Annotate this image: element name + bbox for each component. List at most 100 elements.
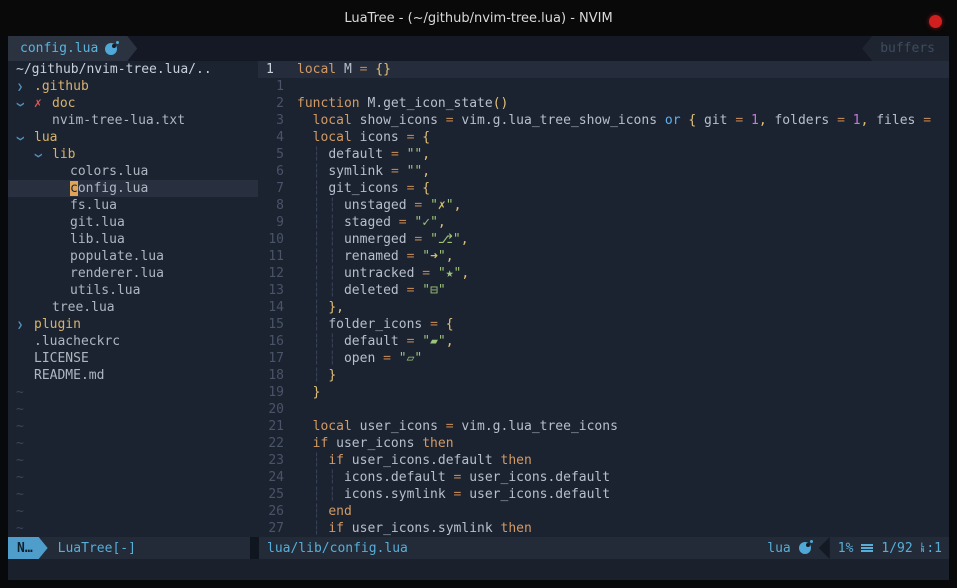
code-text: ┆ if user_icons.symlink then bbox=[286, 520, 532, 537]
code-line[interactable]: 20 bbox=[258, 401, 949, 418]
code-line[interactable]: 21 local user_icons = vim.g.lua_tree_ico… bbox=[258, 418, 949, 435]
code-text: local M = {} bbox=[286, 61, 391, 78]
code-text: ┆ ┆ open = "▱" bbox=[286, 350, 422, 367]
code-text: ┆ ┆ untracked = "★", bbox=[286, 265, 469, 282]
code-line[interactable]: 16 ┆ ┆ default = "▰", bbox=[258, 333, 949, 350]
tab-config-lua[interactable]: config.lua bbox=[8, 36, 137, 61]
code-line[interactable]: 7 ┆ git_icons = { bbox=[258, 180, 949, 197]
line-number: 21 bbox=[258, 418, 286, 435]
code-line[interactable]: 14 ┆ }, bbox=[258, 299, 949, 316]
command-line[interactable] bbox=[8, 559, 949, 580]
code-line[interactable]: 1 bbox=[258, 78, 949, 95]
tree-item-renderer.lua[interactable]: renderer.lua bbox=[8, 265, 258, 282]
buffers-label: buffers bbox=[880, 41, 935, 56]
tree-item-LICENSE[interactable]: LICENSE bbox=[8, 350, 258, 367]
code-text bbox=[286, 401, 297, 418]
code-line[interactable]: 10 ┆ ┆ unmerged = "⎇", bbox=[258, 231, 949, 248]
code-line[interactable]: 9 ┆ ┆ staged = "✓", bbox=[258, 214, 949, 231]
code-line[interactable]: 25 ┆ ┆ icons.symlink = user_icons.defaul… bbox=[258, 486, 949, 503]
close-button[interactable] bbox=[929, 15, 942, 28]
code-text: local icons = { bbox=[286, 129, 430, 146]
tree-item-git.lua[interactable]: git.lua bbox=[8, 214, 258, 231]
tree-item-README.md[interactable]: README.md bbox=[8, 367, 258, 384]
line-number: 1 bbox=[258, 78, 286, 95]
mode-indicator: N… bbox=[8, 537, 48, 559]
tree-item-tree.lua[interactable]: tree.lua bbox=[8, 299, 258, 316]
line-number: 11 bbox=[258, 248, 286, 265]
code-line[interactable]: 17 ┆ ┆ open = "▱" bbox=[258, 350, 949, 367]
tree-item-label: .github bbox=[34, 78, 89, 95]
statusline-spacer bbox=[408, 537, 767, 559]
empty-line-marker: ~ bbox=[8, 452, 258, 469]
code-line[interactable]: 26 ┆ end bbox=[258, 503, 949, 520]
tree-item-lib[interactable]: ❯lib bbox=[8, 146, 258, 163]
code-text: ┆ end bbox=[286, 503, 352, 520]
title-bar: LuaTree - (~/github/nvim-tree.lua) - NVI… bbox=[0, 0, 957, 36]
code-line[interactable]: 12 ┆ ┆ untracked = "★", bbox=[258, 265, 949, 282]
code-text: local show_icons = vim.g.lua_tree_show_i… bbox=[286, 112, 939, 129]
main-area: ~/github/nvim-tree.lua/.. ❯.github❯✗docn… bbox=[8, 61, 949, 537]
tree-item-label: nvim-tree-lua.txt bbox=[52, 112, 185, 129]
tree-item-doc[interactable]: ❯✗doc bbox=[8, 95, 258, 112]
line-number: 18 bbox=[258, 367, 286, 384]
code-line[interactable]: 3 local show_icons = vim.g.lua_tree_show… bbox=[258, 112, 949, 129]
line-number: 15 bbox=[258, 316, 286, 333]
code-line[interactable]: 19 } bbox=[258, 384, 949, 401]
code-line[interactable]: 2function M.get_icon_state() bbox=[258, 95, 949, 112]
tree-item-nvim-tree-lua.txt[interactable]: nvim-tree-lua.txt bbox=[8, 112, 258, 129]
line-number: 10 bbox=[258, 231, 286, 248]
line-number: 27 bbox=[258, 520, 286, 537]
code-line[interactable]: 5 ┆ default = "", bbox=[258, 146, 949, 163]
tree-item-fs.lua[interactable]: fs.lua bbox=[8, 197, 258, 214]
tree-item-lib.lua[interactable]: lib.lua bbox=[8, 231, 258, 248]
code-line[interactable]: 4 local icons = { bbox=[258, 129, 949, 146]
buffers-segment[interactable]: buffers bbox=[862, 36, 949, 61]
tree-item-label: lib bbox=[52, 146, 75, 163]
tree-item-populate.lua[interactable]: populate.lua bbox=[8, 248, 258, 265]
tree-item-utils.lua[interactable]: utils.lua bbox=[8, 282, 258, 299]
empty-line-marker: ~ bbox=[8, 401, 258, 418]
line-number: 22 bbox=[258, 435, 286, 452]
code-editor[interactable]: 1local M = {}12function M.get_icon_state… bbox=[258, 61, 949, 537]
code-text: ┆ ┆ renamed = "➜", bbox=[286, 248, 454, 265]
tree-item-lua[interactable]: ❯lua bbox=[8, 129, 258, 146]
code-line[interactable]: 27 ┆ if user_icons.symlink then bbox=[258, 520, 949, 537]
tab-label: config.lua bbox=[20, 41, 98, 56]
line-number: 23 bbox=[258, 452, 286, 469]
line-number: 2 bbox=[258, 95, 286, 112]
tree-item-.luacheckrc[interactable]: .luacheckrc bbox=[8, 333, 258, 350]
tree-item-.github[interactable]: ❯.github bbox=[8, 78, 258, 95]
statusline-right: lua 1% 1/92 LN :1 bbox=[767, 537, 949, 559]
code-line[interactable]: 22 if user_icons then bbox=[258, 435, 949, 452]
code-line[interactable]: 15 ┆ folder_icons = { bbox=[258, 316, 949, 333]
code-line[interactable]: 6 ┆ symlink = "", bbox=[258, 163, 949, 180]
terminal: config.lua buffers ~/github/nvim-tree.lu… bbox=[8, 36, 949, 580]
cursor-position: 1/92 bbox=[881, 541, 912, 556]
code-line[interactable]: 18 ┆ } bbox=[258, 367, 949, 384]
lua-logo-icon bbox=[105, 43, 117, 55]
code-line[interactable]: 11 ┆ ┆ renamed = "➜", bbox=[258, 248, 949, 265]
tree-item-colors.lua[interactable]: colors.lua bbox=[8, 163, 258, 180]
code-line[interactable]: 8 ┆ ┆ unstaged = "✗", bbox=[258, 197, 949, 214]
code-line[interactable]: 24 ┆ ┆ icons.default = user_icons.defaul… bbox=[258, 469, 949, 486]
code-line[interactable]: 13 ┆ ┆ deleted = "⊟" bbox=[258, 282, 949, 299]
code-text: } bbox=[286, 384, 320, 401]
code-text: ┆ default = "", bbox=[286, 146, 430, 163]
chevron-left-separator-icon bbox=[819, 537, 830, 559]
code-text: if user_icons then bbox=[286, 435, 454, 452]
tree-item-plugin[interactable]: ❯plugin bbox=[8, 316, 258, 333]
code-text: ┆ }, bbox=[286, 299, 344, 316]
tabline: config.lua buffers bbox=[8, 36, 949, 61]
tree-item-config.lua[interactable]: config.lua bbox=[8, 180, 258, 197]
chevron-down-icon: ❯ bbox=[12, 101, 29, 107]
tree-root-path[interactable]: ~/github/nvim-tree.lua/.. bbox=[8, 61, 258, 78]
git-dirty-icon: ✗ bbox=[34, 95, 52, 112]
code-line[interactable]: 23 ┆ if user_icons.default then bbox=[258, 452, 949, 469]
tabline-spacer bbox=[137, 36, 862, 61]
line-number-icon: LN bbox=[921, 543, 925, 553]
empty-line-marker: ~ bbox=[8, 418, 258, 435]
tree-item-label: plugin bbox=[34, 316, 81, 333]
code-line[interactable]: 1local M = {} bbox=[258, 61, 949, 78]
tree-item-label: lib.lua bbox=[70, 231, 125, 248]
line-number: 17 bbox=[258, 350, 286, 367]
